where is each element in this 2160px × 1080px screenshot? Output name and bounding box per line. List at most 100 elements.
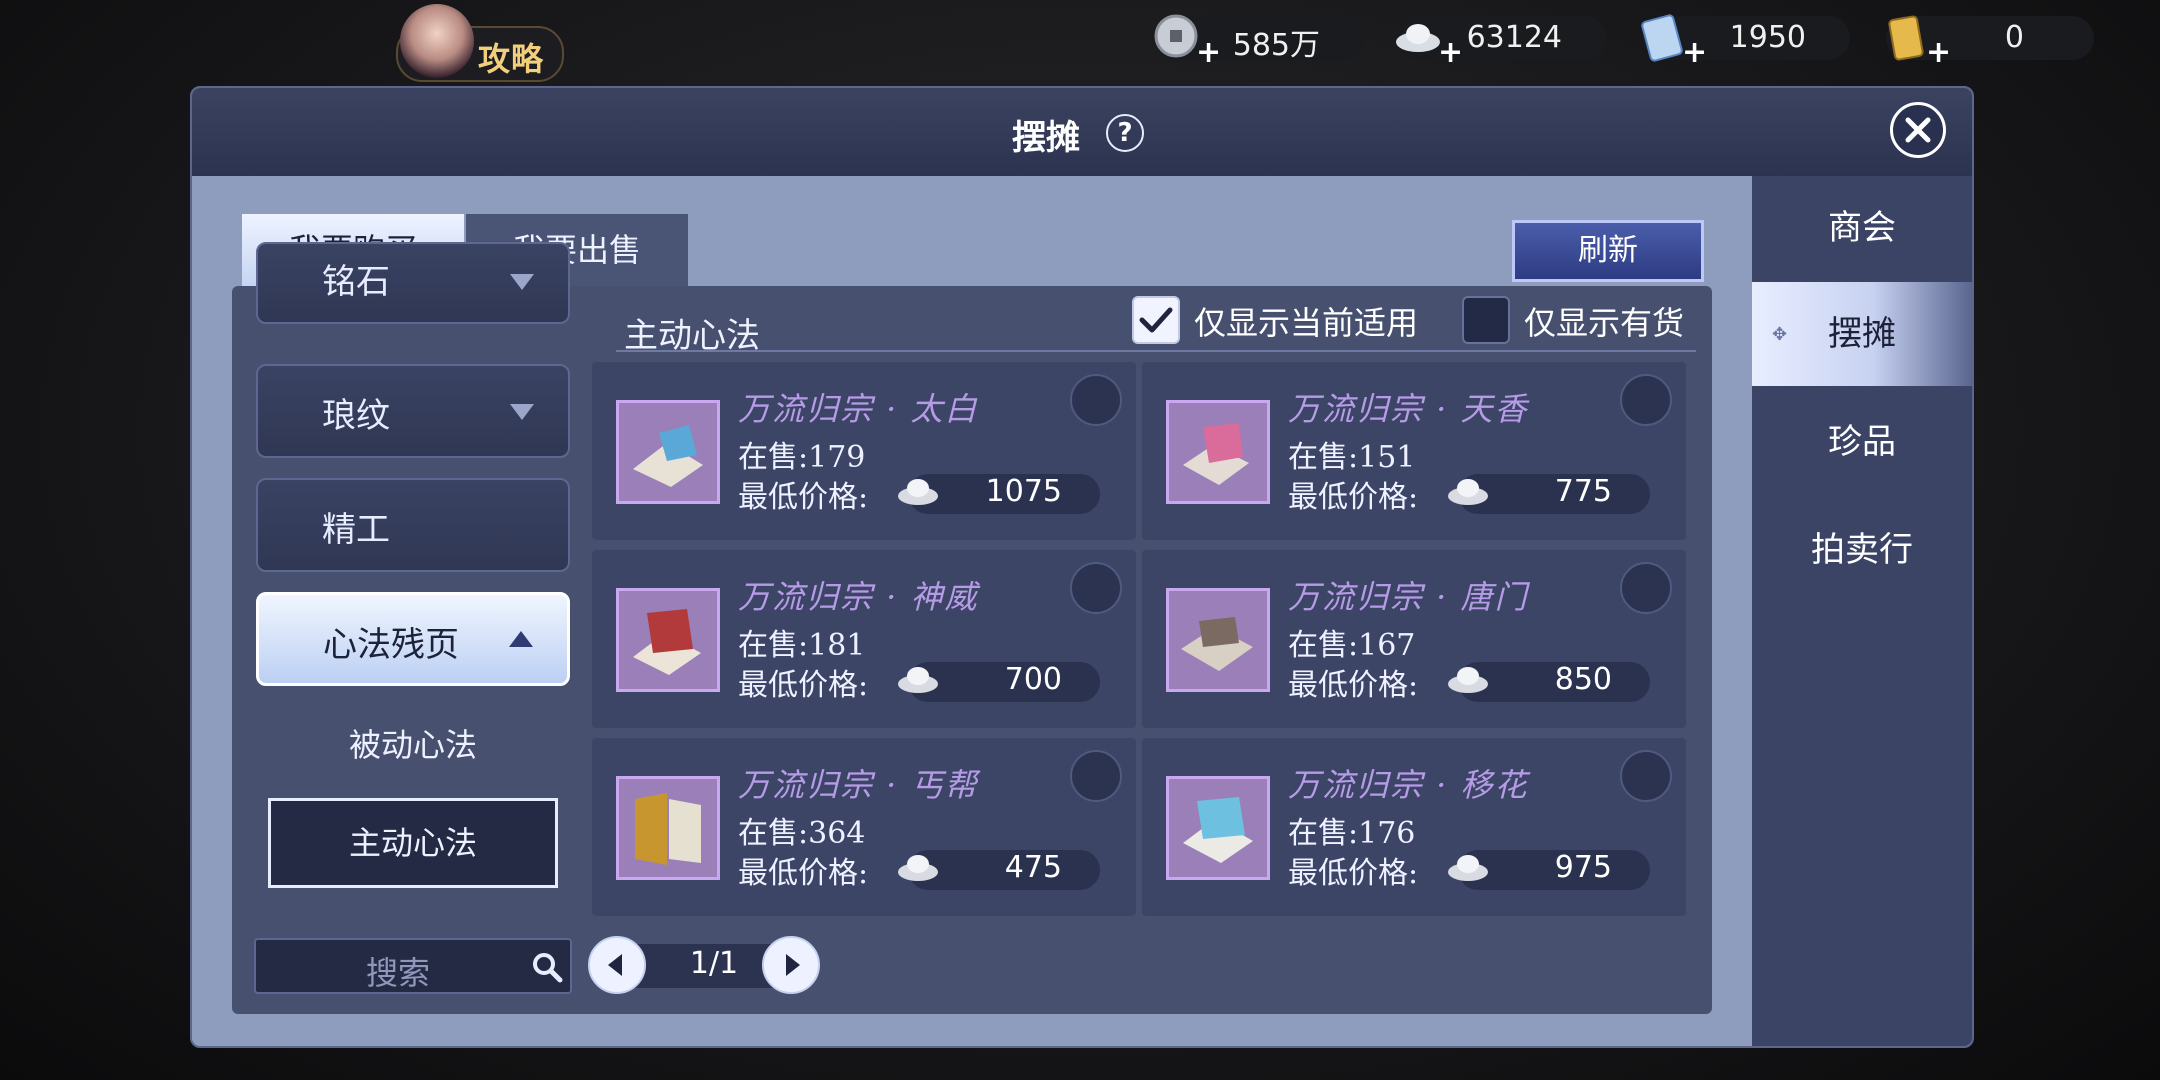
scroll-book-icon [635,793,701,865]
item-thumbnail [1166,776,1270,880]
item-price: 850 [1554,662,1612,697]
sub-category-active[interactable]: 主动心法 [268,798,558,888]
currency-ticket[interactable]: + 1950 [1641,14,1850,68]
add-icon[interactable]: + [1196,38,1221,68]
item-thumbnail [616,400,720,504]
chevron-down-icon [510,404,534,420]
market-content: 铭石 琅纹 精工 心法残页 被动心法 主动心法 主动心法 仅显示当前适用 仅显示… [232,242,1712,1014]
select-radio[interactable] [1070,374,1122,426]
category-label: 铭石 [322,262,390,302]
select-radio[interactable] [1620,750,1672,802]
item-stock: 在售:364 [738,816,866,851]
price-label: 最低价格: [1288,856,1419,891]
chevron-down-icon [510,274,534,290]
item-thumbnail [1166,400,1270,504]
currency-silver[interactable]: + 63124 [1396,16,1606,68]
stall-panel: 摆摊 ? 商会 ✥ 摆摊 珍品 拍卖行 我要购买 我要出售 刷新 铭石 琅纹 精… [190,86,1974,1048]
filter-stock-checkbox[interactable] [1462,296,1510,344]
category-langwen[interactable]: 琅纹 [256,364,570,458]
panel-title: 摆摊 [1012,118,1080,158]
item-card[interactable]: 万流归宗 · 唐门 在售:167 最低价格: 850 [1142,550,1686,728]
sub-category-passive[interactable]: 被动心法 [268,700,558,790]
item-price: 975 [1554,850,1612,885]
price-label: 最低价格: [738,668,869,703]
item-price: 775 [1554,474,1612,509]
item-thumbnail [616,776,720,880]
scroll-book-icon [633,425,703,487]
add-icon[interactable]: + [1438,38,1463,68]
select-radio[interactable] [1620,374,1672,426]
selected-marker-icon: ✥ [1772,324,1788,345]
item-stock: 在售:151 [1288,440,1416,475]
search-icon[interactable] [530,950,564,984]
category-partial[interactable]: 铭石 [256,242,570,324]
add-icon[interactable]: + [1926,38,1951,68]
item-stock: 在售:181 [738,628,866,663]
close-icon [1905,117,1931,143]
item-stock: 在售:167 [1288,628,1416,663]
item-card[interactable]: 万流归宗 · 丐帮 在售:364 最低价格: 475 [592,738,1136,916]
currency-value: 1950 [1729,20,1806,55]
nav-item-label: 摆摊 [1828,314,1896,354]
item-price: 700 [1004,662,1062,697]
prev-page-button[interactable] [588,936,646,994]
divider [616,350,1696,352]
chevron-right-icon [786,954,800,976]
item-thumbnail [1166,588,1270,692]
search-placeholder: 搜索 [366,954,431,992]
item-card[interactable]: 万流归宗 · 太白 在售:179 最低价格: 1075 [592,362,1136,540]
category-jinggong[interactable]: 精工 [256,478,570,572]
select-radio[interactable] [1070,750,1122,802]
select-radio[interactable] [1620,562,1672,614]
currency-value: 585万 [1232,28,1320,63]
nav-item-chamber[interactable]: 商会 [1752,176,1972,280]
guide-label: 攻略 [478,40,545,78]
chevron-left-icon [608,954,622,976]
filter-stock-label: 仅显示有货 [1524,304,1685,342]
add-icon[interactable]: + [1682,38,1707,68]
guide-avatar [400,4,474,78]
currency-token[interactable]: + 0 [1886,15,2094,68]
chevron-up-icon [509,631,533,647]
item-thumbnail [616,588,720,692]
item-price: 475 [1004,850,1062,885]
item-price: 1075 [985,474,1062,509]
nav-item-auction[interactable]: 拍卖行 [1752,498,1972,602]
item-name: 万流归宗 · 天香 [1288,390,1529,428]
price-label: 最低价格: [1288,480,1419,515]
panel-header [192,88,1972,176]
item-name: 万流归宗 · 神威 [738,578,979,616]
close-button[interactable] [1890,102,1946,158]
scroll-book-icon [633,609,701,675]
category-label: 心法残页 [323,625,459,665]
filter-current-label: 仅显示当前适用 [1194,304,1419,342]
item-name: 万流归宗 · 唐门 [1288,578,1529,616]
item-name: 万流归宗 · 丐帮 [738,766,979,804]
currency-coin[interactable]: + 585万 [1154,14,1364,68]
nav-item-treasure[interactable]: 珍品 [1752,390,1972,494]
item-card[interactable]: 万流归宗 · 移花 在售:176 最低价格: 975 [1142,738,1686,916]
refresh-button[interactable]: 刷新 [1512,220,1704,282]
scroll-book-icon [1183,423,1249,485]
next-page-button[interactable] [762,936,820,994]
price-label: 最低价格: [738,480,869,515]
category-label: 精工 [322,510,390,550]
item-name: 万流归宗 · 太白 [738,390,979,428]
help-button[interactable]: ? [1106,114,1144,152]
select-radio[interactable] [1070,562,1122,614]
check-icon [1139,307,1173,333]
page-indicator: 1/1 [689,946,739,981]
price-label: 最低价格: [738,856,869,891]
item-card[interactable]: 万流归宗 · 神威 在售:181 最低价格: 700 [592,550,1136,728]
item-stock: 在售:176 [1288,816,1416,851]
currency-value: 63124 [1466,20,1562,55]
right-nav: 商会 ✥ 摆摊 珍品 拍卖行 [1752,176,1972,1046]
scroll-book-icon [1183,797,1253,863]
currency-value: 0 [2004,20,2024,55]
scroll-book-icon [1181,617,1253,671]
nav-item-stall[interactable]: ✥ 摆摊 [1752,282,1972,386]
search-input[interactable]: 搜索 [254,938,572,994]
filter-current-checkbox[interactable] [1132,296,1180,344]
item-card[interactable]: 万流归宗 · 天香 在售:151 最低价格: 775 [1142,362,1686,540]
category-xinfa-pages[interactable]: 心法残页 [256,592,570,686]
